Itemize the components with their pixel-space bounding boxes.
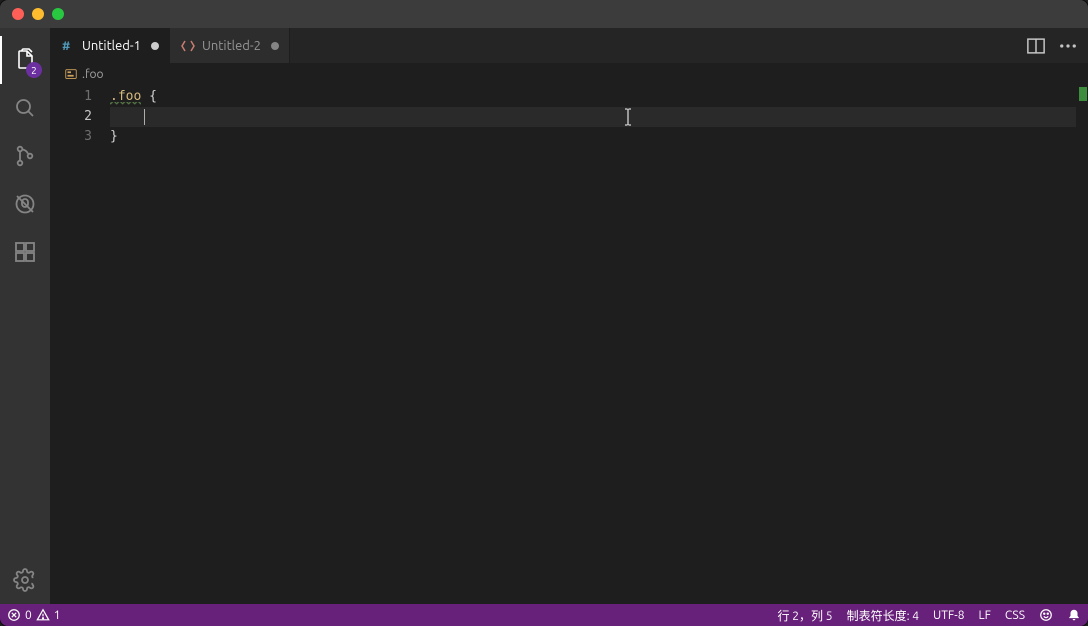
breadcrumb-item[interactable]: .foo [82, 68, 104, 81]
line-number[interactable]: 1 [50, 87, 92, 107]
activity-source-control[interactable] [0, 132, 50, 180]
window-maximize-icon[interactable] [52, 8, 64, 20]
activity-debug[interactable] [0, 180, 50, 228]
text-caret [144, 109, 145, 125]
dirty-indicator-icon [271, 42, 279, 50]
status-problems[interactable]: 0 1 [0, 604, 68, 626]
explorer-badge: 2 [26, 62, 42, 78]
tab-bar: # Untitled-1 Untitled-2 [50, 28, 1088, 63]
ellipsis-icon [1058, 36, 1078, 56]
breadcrumb[interactable]: .foo [50, 63, 1088, 85]
status-notifications[interactable] [1060, 604, 1088, 626]
editor[interactable]: 1 2 3 .foo { } [50, 85, 1088, 604]
tab-label: Untitled-1 [82, 39, 141, 53]
html-file-icon [180, 38, 196, 54]
tab-untitled-2[interactable]: Untitled-2 [170, 28, 290, 63]
status-warning-count: 1 [54, 609, 61, 622]
css-rule-icon [64, 67, 78, 81]
warning-icon [36, 608, 50, 622]
line-number-gutter[interactable]: 1 2 3 [50, 85, 110, 604]
titlebar[interactable] [0, 0, 1088, 28]
source-control-icon [13, 144, 37, 168]
smiley-icon [1039, 608, 1053, 622]
tab-actions [1016, 28, 1088, 63]
split-editor-button[interactable] [1026, 36, 1046, 56]
bell-icon [1067, 608, 1081, 622]
extensions-icon [13, 240, 37, 264]
activity-settings[interactable] [0, 556, 50, 604]
split-editor-icon [1026, 36, 1046, 56]
window-minimize-icon[interactable] [32, 8, 44, 20]
window-close-icon[interactable] [12, 8, 24, 20]
debug-icon [13, 192, 37, 216]
more-actions-button[interactable] [1058, 36, 1078, 56]
line-number[interactable]: 3 [50, 127, 92, 147]
overview-ruler[interactable] [1076, 85, 1088, 604]
status-feedback[interactable] [1032, 604, 1060, 626]
status-indentation[interactable]: 制表符长度: 4 [840, 604, 926, 626]
css-file-icon: # [60, 38, 76, 54]
code-token-brace: { [141, 89, 157, 104]
code-area[interactable]: .foo { } [110, 85, 1088, 604]
app-window: 2 [0, 0, 1088, 626]
code-token-selector: .foo [110, 89, 141, 105]
status-language-mode[interactable]: CSS [998, 604, 1032, 626]
status-cursor-position[interactable]: 行 2，列 5 [771, 604, 840, 626]
tab-label: Untitled-2 [202, 39, 261, 53]
status-encoding[interactable]: UTF-8 [926, 604, 971, 626]
activity-bar: 2 [0, 28, 50, 604]
overview-marker[interactable] [1079, 87, 1087, 101]
svg-text:#: # [62, 40, 70, 53]
activity-explorer[interactable]: 2 [0, 36, 50, 84]
tab-untitled-1[interactable]: # Untitled-1 [50, 28, 170, 63]
search-icon [13, 96, 37, 120]
status-bar: 0 1 行 2，列 5 制表符长度: 4 UTF-8 LF CSS [0, 604, 1088, 626]
activity-extensions[interactable] [0, 228, 50, 276]
editor-group: # Untitled-1 Untitled-2 [50, 28, 1088, 604]
status-eol[interactable]: LF [972, 604, 998, 626]
code-token-brace: } [110, 129, 118, 144]
status-error-count: 0 [25, 609, 32, 622]
dirty-indicator-icon [151, 42, 159, 50]
activity-search[interactable] [0, 84, 50, 132]
error-icon [7, 608, 21, 622]
line-number[interactable]: 2 [50, 107, 92, 127]
gear-icon [13, 568, 37, 592]
current-line-highlight [110, 107, 1088, 127]
